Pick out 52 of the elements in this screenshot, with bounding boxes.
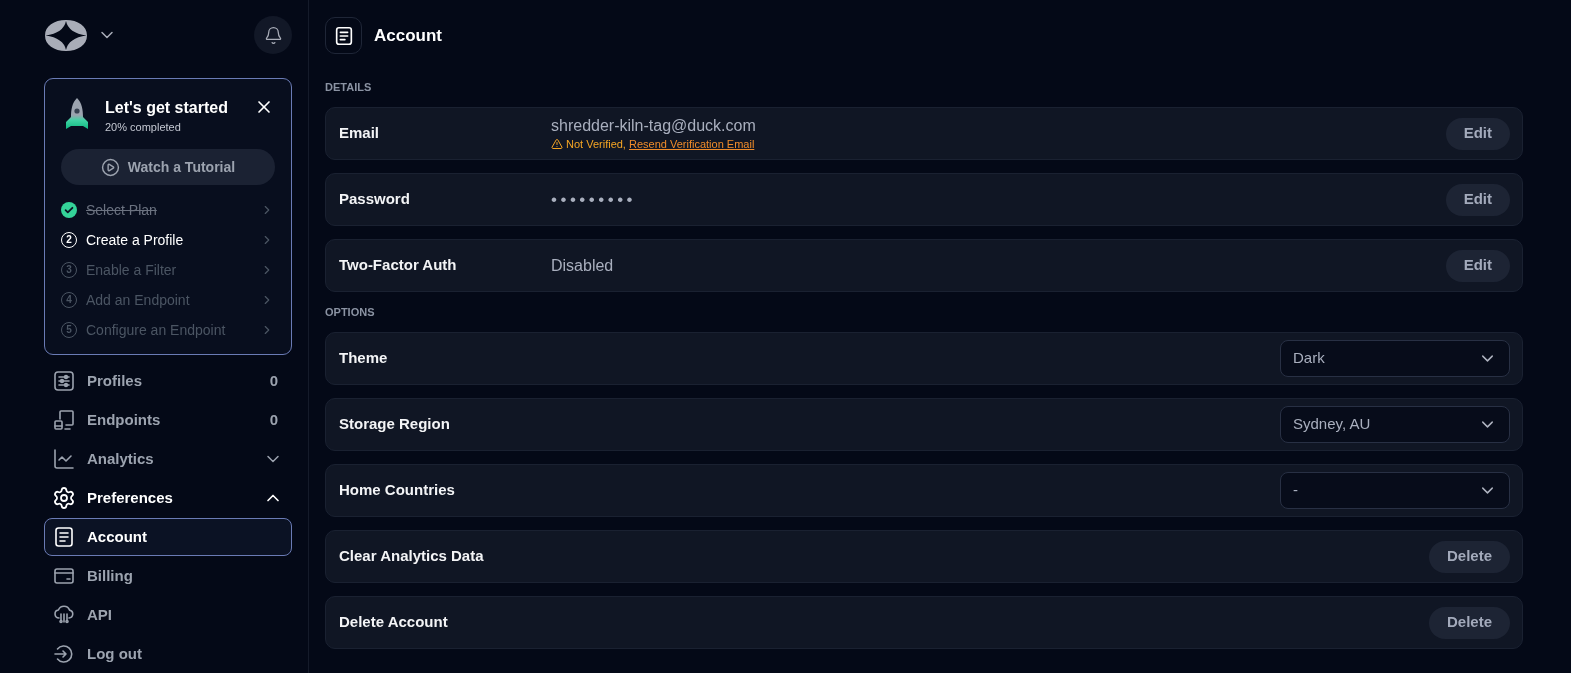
setting-label: Password: [339, 189, 411, 210]
progress-text: 20% completed: [105, 120, 182, 134]
section-heading: DETAILS: [325, 80, 373, 94]
setting-value: shredder-kiln-tag@duck.com: [551, 116, 756, 136]
onboarding-step[interactable]: 2 Create a Profile: [61, 225, 275, 255]
settings-icon: [52, 486, 76, 510]
edit-button[interactable]: Edit: [1445, 117, 1510, 150]
dropdown-select[interactable]: -: [1280, 472, 1510, 509]
nav-item[interactable]: Preferences: [44, 479, 292, 517]
item-count: 0: [269, 370, 278, 391]
nav-item[interactable]: Log out: [44, 635, 292, 673]
nav-item[interactable]: Account: [44, 518, 292, 556]
setting-label: Home Countries: [339, 480, 456, 501]
item-count: 0: [269, 409, 278, 430]
dropdown-select[interactable]: Sydney, AU: [1280, 406, 1510, 443]
bell-icon: [263, 25, 283, 45]
onboarding-step[interactable]: Select Plan: [61, 195, 275, 225]
setting-label: Email: [339, 123, 381, 144]
nav-item[interactable]: Endpoints 0: [44, 401, 292, 439]
check-circle-icon: [61, 202, 77, 218]
notifications-button[interactable]: [254, 16, 292, 54]
setting-label: Theme: [339, 348, 389, 369]
edit-button[interactable]: Edit: [1445, 183, 1510, 216]
line-chart-icon: [52, 447, 76, 471]
setting-value: Disabled: [551, 255, 614, 276]
tutorial-button[interactable]: Watch a Tutorial: [61, 149, 275, 185]
rocket-icon: [64, 98, 90, 130]
setting-label: Clear Analytics Data: [339, 546, 485, 567]
nav-item[interactable]: API: [44, 596, 292, 634]
nav-item[interactable]: Billing: [44, 557, 292, 595]
setting-value: •••••••••: [551, 189, 637, 210]
delete-button[interactable]: Delete: [1428, 606, 1510, 639]
devices-icon: [52, 408, 76, 432]
warning-icon: [551, 138, 563, 150]
page-title: Account: [374, 24, 442, 47]
nav-item[interactable]: Profiles 0: [44, 362, 292, 400]
onboarding-title: Let's get started: [105, 98, 228, 118]
nav-item[interactable]: Analytics: [44, 440, 292, 478]
section-heading: OPTIONS: [325, 305, 376, 319]
resend-verification-link[interactable]: Resend Verification Email: [629, 138, 755, 150]
setting-label: Delete Account: [339, 612, 449, 633]
logo-icon: [45, 19, 87, 51]
edit-button[interactable]: Edit: [1445, 249, 1510, 282]
setting-label: Storage Region: [339, 414, 451, 435]
setting-label: Two-Factor Auth: [339, 255, 458, 276]
sliders-icon: [52, 369, 76, 393]
play-icon: [100, 157, 120, 177]
dropdown-select[interactable]: Dark: [1280, 340, 1510, 377]
document-icon: [52, 525, 76, 549]
document-icon: [325, 17, 362, 54]
verification-warning: Not Verified, Resend Verification Email: [566, 137, 755, 151]
delete-button[interactable]: Delete: [1428, 540, 1510, 573]
